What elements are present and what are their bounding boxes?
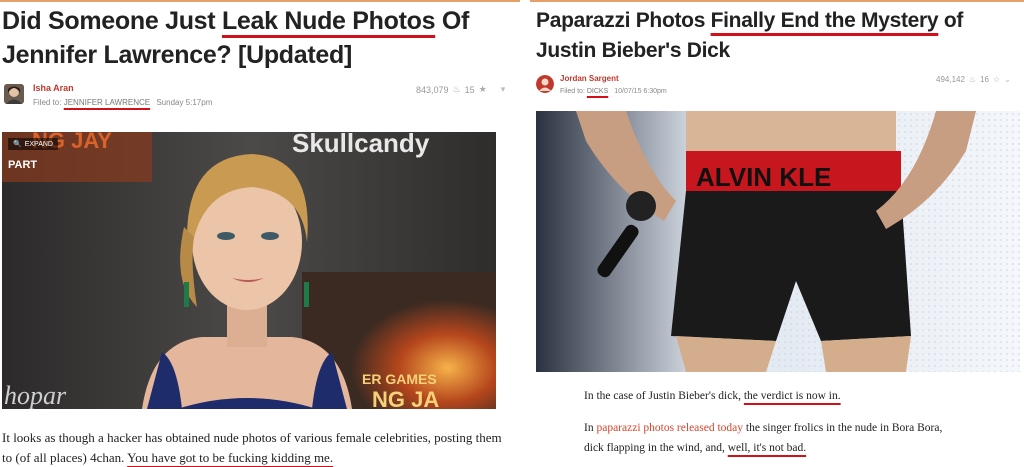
- view-count: 843,079: [416, 84, 449, 95]
- author-name[interactable]: Isha Aran: [33, 83, 74, 93]
- bg-text-ngja: NG JA: [372, 387, 439, 409]
- stats: 494,142 ♨ 16 ☆ ⌄: [936, 75, 1011, 84]
- para2-text: In: [584, 422, 597, 434]
- article-para-2: In paparazzi photos released today the s…: [584, 418, 959, 458]
- author-avatar[interactable]: [4, 84, 24, 104]
- filed-tag-link[interactable]: JENNIFER LAWRENCE: [64, 98, 150, 107]
- article-image[interactable]: ALVIN KLE: [536, 111, 1020, 372]
- author-name[interactable]: Jordan Sargent: [560, 74, 619, 83]
- para1-underlined: the verdict is now in.: [743, 390, 841, 402]
- top-accent-line: [530, 0, 1024, 2]
- left-article: Did Someone Just Leak Nude Photos Of Jen…: [0, 0, 520, 467]
- body-underlined: You have got to be fucking kidding me.: [127, 450, 334, 465]
- headline-text: Did Someone Just: [2, 7, 222, 35]
- para1-text: In the case of Justin Bieber's dick,: [584, 390, 744, 402]
- stats: 843,079 ♨ 15 ★ ▾: [416, 84, 505, 95]
- para2-underlined: well, it's not bad.: [727, 442, 807, 454]
- filed-tag-link[interactable]: DICKS: [587, 88, 608, 95]
- top-accent-line: [0, 0, 520, 2]
- filed-to: Filed to: DICKS 10/07/15 6:30pm: [560, 88, 667, 95]
- article-image[interactable]: NG JAY PART Skullcandy ER GAMES NG JA ho…: [2, 132, 496, 409]
- article-body: It looks as though a hacker has obtained…: [2, 428, 512, 467]
- author-avatar[interactable]: [536, 75, 554, 93]
- filed-to: Filed to: JENNIFER LAWRENCE Sunday 5:17p…: [33, 98, 212, 107]
- headline-highlight: Finally End the Mystery: [710, 9, 939, 32]
- star-icon[interactable]: ☆: [993, 75, 1000, 84]
- left-headline[interactable]: Did Someone Just Leak Nude Photos Of Jen…: [2, 4, 512, 72]
- star-icon[interactable]: ★: [479, 84, 487, 95]
- headline-text: Paparazzi Photos: [536, 9, 711, 32]
- headline-highlight: Leak Nude Photos: [221, 7, 436, 35]
- brand-watermark: Skullcandy: [292, 132, 430, 158]
- article-link[interactable]: paparazzi photos released today: [596, 422, 743, 434]
- like-count: 15: [464, 84, 475, 95]
- right-headline[interactable]: Paparazzi Photos Finally End the Mystery…: [536, 6, 1016, 66]
- post-date: Sunday 5:17pm: [156, 98, 213, 107]
- like-count: 16: [980, 75, 989, 84]
- search-icon: 🔍: [13, 141, 22, 148]
- flame-icon: ♨: [452, 84, 461, 94]
- expand-button[interactable]: 🔍 EXPAND: [8, 138, 58, 150]
- filed-prefix: Filed to:: [560, 88, 585, 95]
- waistband-text: ALVIN KLE: [696, 162, 831, 192]
- right-article: Paparazzi Photos Finally End the Mystery…: [530, 0, 1024, 467]
- chevron-down-icon[interactable]: ▾: [501, 84, 506, 95]
- bg-text-part: PART: [8, 159, 37, 171]
- post-date: 10/07/15 6:30pm: [614, 88, 667, 95]
- bg-text-games: ER GAMES: [362, 371, 437, 387]
- chevron-down-icon[interactable]: ⌄: [1004, 75, 1011, 84]
- view-count: 494,142: [936, 75, 965, 84]
- flame-icon: ♨: [968, 75, 977, 84]
- filed-prefix: Filed to:: [33, 98, 62, 107]
- expand-label: EXPAND: [24, 140, 53, 148]
- bg-text-corner: hopar: [4, 381, 67, 409]
- article-para-1: In the case of Justin Bieber's dick, the…: [584, 386, 1014, 406]
